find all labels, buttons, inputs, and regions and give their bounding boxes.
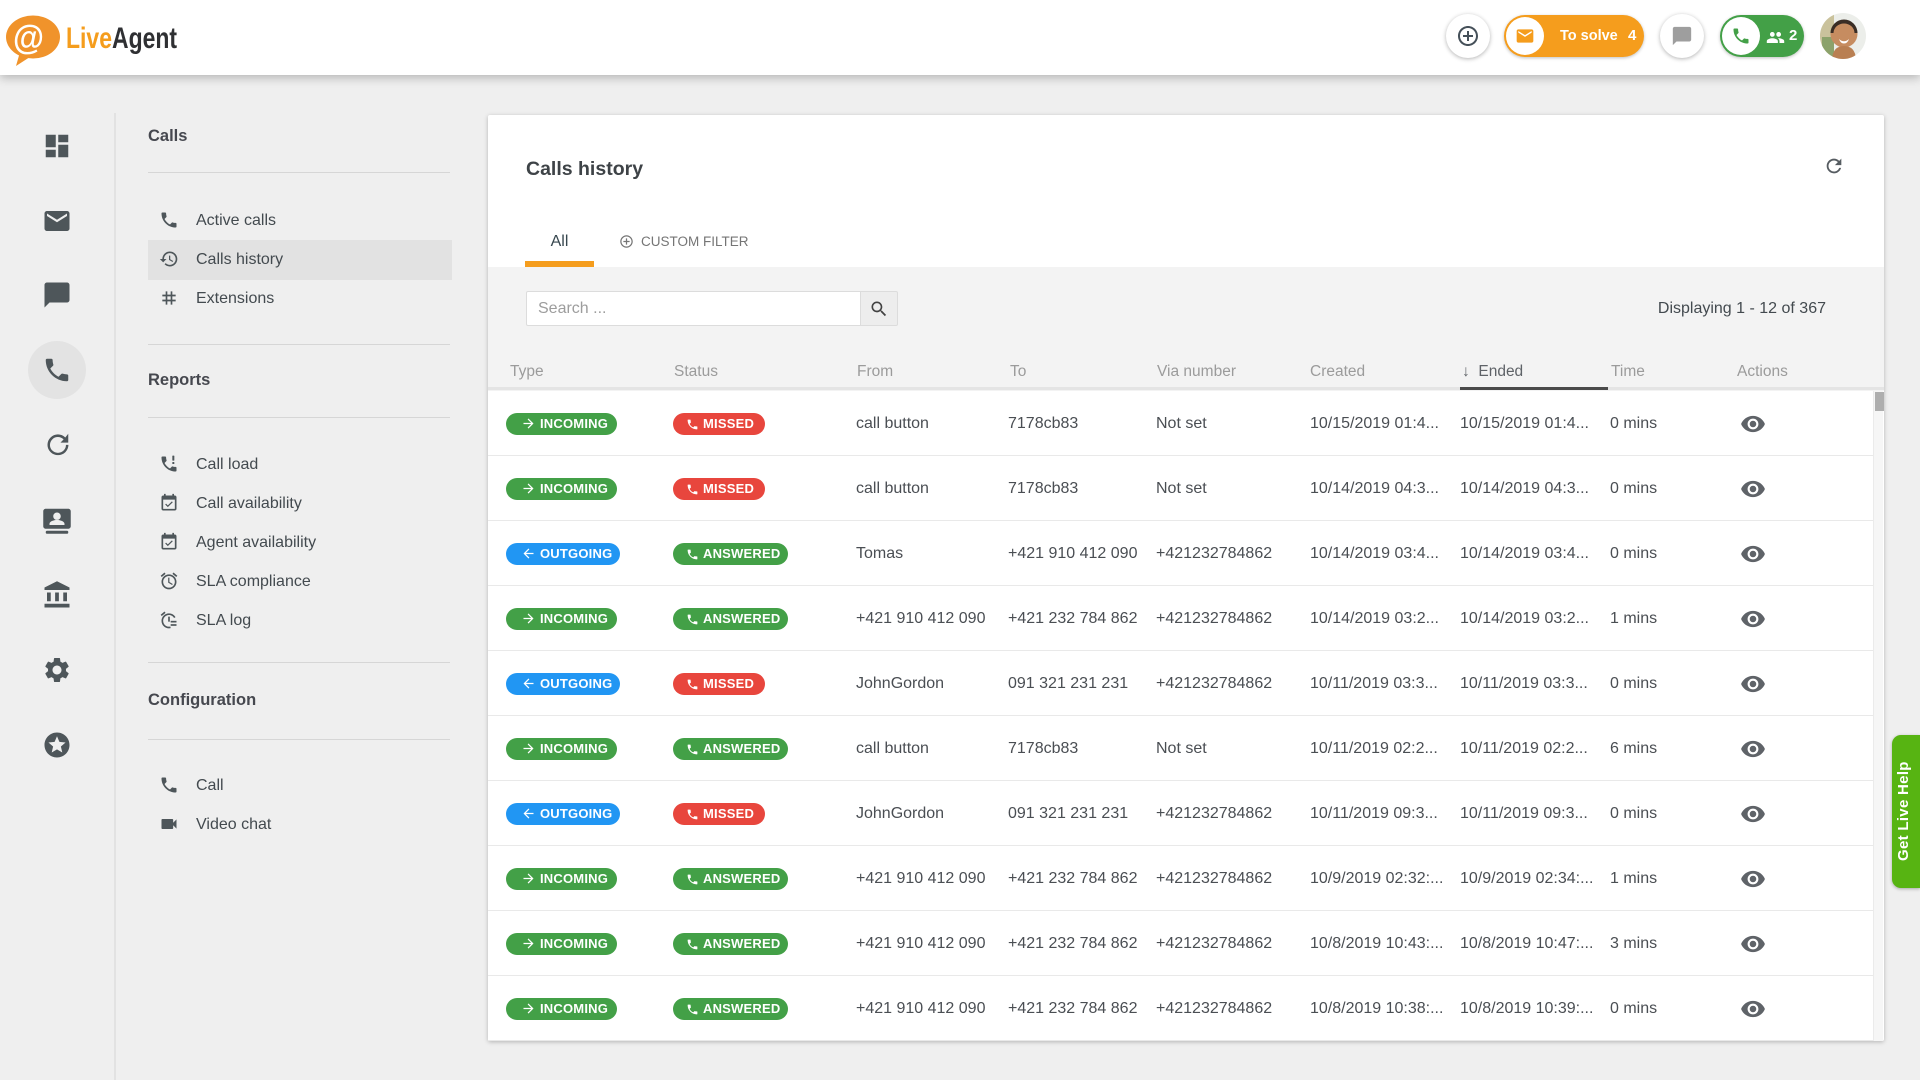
svg-text:Agent: Agent	[112, 22, 177, 55]
svg-text:@: @	[13, 19, 44, 57]
svg-text:Live: Live	[66, 22, 112, 55]
